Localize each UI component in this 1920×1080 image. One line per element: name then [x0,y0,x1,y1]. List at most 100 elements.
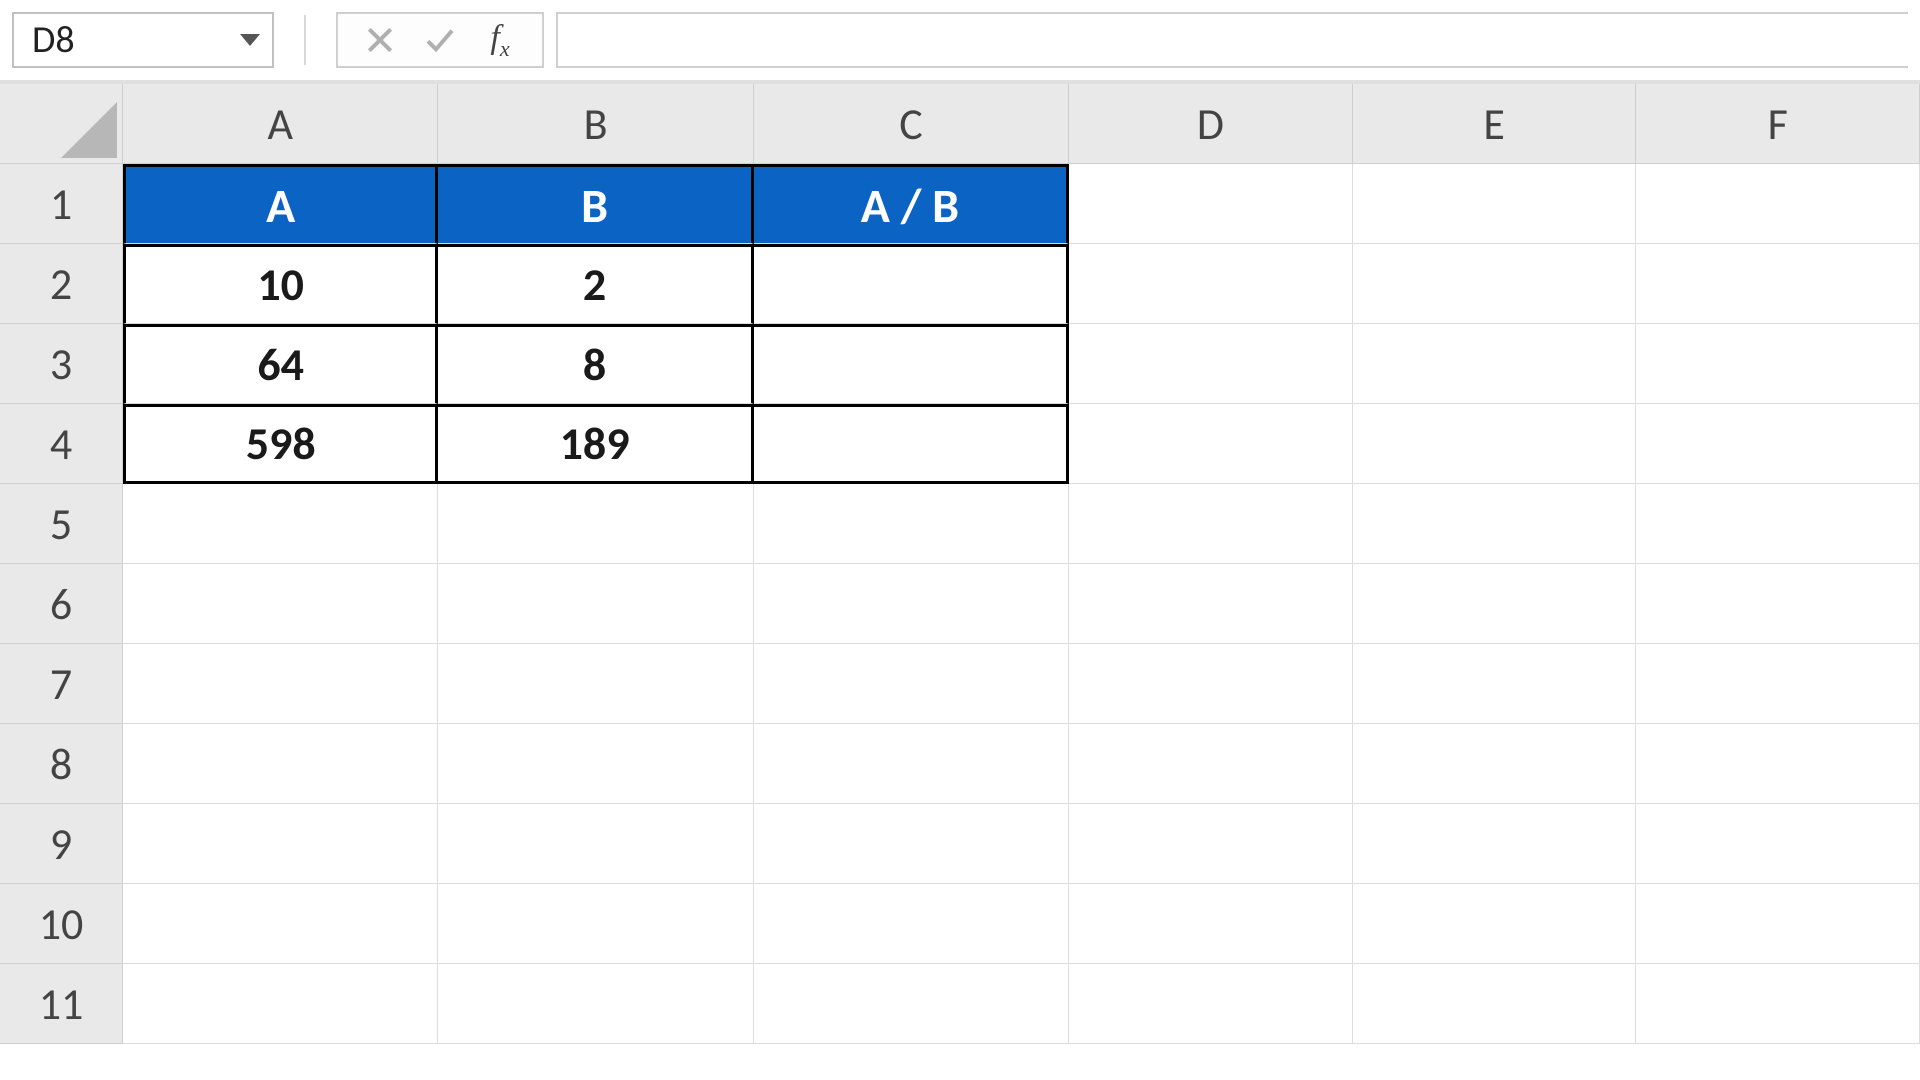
cell-E4[interactable] [1353,404,1637,484]
cell-E5[interactable] [1353,484,1637,564]
cell-E7[interactable] [1353,644,1637,724]
cell-B8[interactable] [438,724,753,804]
insert-function-button[interactable]: fx [470,14,530,66]
row-header-2[interactable]: 2 [0,244,123,324]
cell-F11[interactable] [1636,964,1920,1044]
row-header-11[interactable]: 11 [0,964,123,1044]
cell-C9[interactable] [754,804,1069,884]
cell-E9[interactable] [1353,804,1637,884]
cell-C4[interactable] [754,404,1069,484]
cell-F7[interactable] [1636,644,1920,724]
cell-D10[interactable] [1069,884,1353,964]
cell-D5[interactable] [1069,484,1353,564]
col-header-B[interactable]: B [438,84,753,164]
cell-A2[interactable]: 10 [123,244,438,324]
cell-A5[interactable] [123,484,438,564]
cell-C10[interactable] [754,884,1069,964]
cell-A1[interactable]: A [123,164,438,244]
cell-A8[interactable] [123,724,438,804]
cell-C1[interactable]: A / B [754,164,1069,244]
col-header-A[interactable]: A [123,84,438,164]
cell-B11[interactable] [438,964,753,1044]
cell-F5[interactable] [1636,484,1920,564]
cell-E2[interactable] [1353,244,1637,324]
cell-C2[interactable] [754,244,1069,324]
name-box[interactable]: D8 [12,12,274,68]
row-header-7[interactable]: 7 [0,644,123,724]
cell-F10[interactable] [1636,884,1920,964]
cell-D6[interactable] [1069,564,1353,644]
cell-F9[interactable] [1636,804,1920,884]
x-icon [364,24,396,56]
col-header-D[interactable]: D [1069,84,1353,164]
cell-D1[interactable] [1069,164,1353,244]
select-all-triangle[interactable] [0,84,123,164]
cell-B6[interactable] [438,564,753,644]
cell-D8[interactable] [1069,724,1353,804]
row-6: 6 [0,564,1920,644]
enter-button [410,14,470,66]
column-header-row: A B C D E F [0,84,1920,164]
col-header-E[interactable]: E [1353,84,1637,164]
cell-D11[interactable] [1069,964,1353,1044]
row-header-3[interactable]: 3 [0,324,123,404]
cell-A10[interactable] [123,884,438,964]
cell-D9[interactable] [1069,804,1353,884]
cell-B4[interactable]: 189 [438,404,753,484]
col-header-F[interactable]: F [1636,84,1920,164]
cell-B2[interactable]: 2 [438,244,753,324]
row-header-4[interactable]: 4 [0,404,123,484]
cell-A3[interactable]: 64 [123,324,438,404]
cell-E1[interactable] [1353,164,1637,244]
row-header-6[interactable]: 6 [0,564,123,644]
cell-F3[interactable] [1636,324,1920,404]
cell-D7[interactable] [1069,644,1353,724]
cell-C11[interactable] [754,964,1069,1044]
cell-E11[interactable] [1353,964,1637,1044]
chevron-down-icon[interactable] [240,34,260,46]
row-1: 1 A B A / B [0,164,1920,244]
cell-D4[interactable] [1069,404,1353,484]
cell-C6[interactable] [754,564,1069,644]
cell-E10[interactable] [1353,884,1637,964]
col-header-C[interactable]: C [754,84,1069,164]
cell-B5[interactable] [438,484,753,564]
cell-C5[interactable] [754,484,1069,564]
cell-F6[interactable] [1636,564,1920,644]
cell-B9[interactable] [438,804,753,884]
cell-F1[interactable] [1636,164,1920,244]
cell-E8[interactable] [1353,724,1637,804]
cell-E3[interactable] [1353,324,1637,404]
cell-D3[interactable] [1069,324,1353,404]
check-icon [424,24,456,56]
cell-B10[interactable] [438,884,753,964]
spreadsheet-grid: A B C D E F 1 A B A / B 2 10 2 3 64 8 4 [0,84,1920,1044]
row-9: 9 [0,804,1920,884]
row-2: 2 10 2 [0,244,1920,324]
cell-C8[interactable] [754,724,1069,804]
cell-C7[interactable] [754,644,1069,724]
row-5: 5 [0,484,1920,564]
row-header-10[interactable]: 10 [0,884,123,964]
cell-F4[interactable] [1636,404,1920,484]
cell-A9[interactable] [123,804,438,884]
row-7: 7 [0,644,1920,724]
cell-B7[interactable] [438,644,753,724]
cell-E6[interactable] [1353,564,1637,644]
cell-A11[interactable] [123,964,438,1044]
cell-A4[interactable]: 598 [123,404,438,484]
row-header-5[interactable]: 5 [0,484,123,564]
cell-D2[interactable] [1069,244,1353,324]
row-header-1[interactable]: 1 [0,164,123,244]
cell-A7[interactable] [123,644,438,724]
cell-B1[interactable]: B [438,164,753,244]
row-header-9[interactable]: 9 [0,804,123,884]
row-3: 3 64 8 [0,324,1920,404]
cell-B3[interactable]: 8 [438,324,753,404]
cell-F2[interactable] [1636,244,1920,324]
formula-input[interactable] [556,12,1908,68]
cell-F8[interactable] [1636,724,1920,804]
row-header-8[interactable]: 8 [0,724,123,804]
cell-A6[interactable] [123,564,438,644]
cell-C3[interactable] [754,324,1069,404]
